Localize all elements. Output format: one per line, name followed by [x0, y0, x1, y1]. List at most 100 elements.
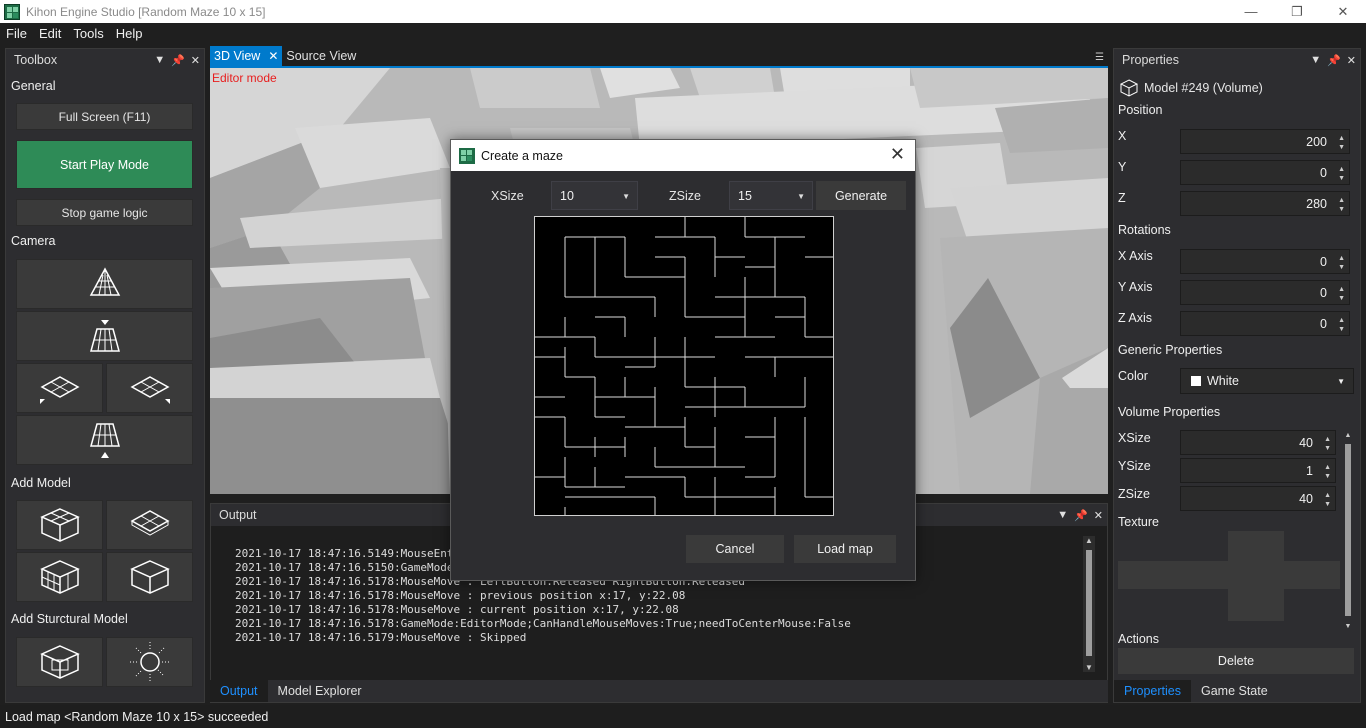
camera-grid-icon	[89, 267, 120, 296]
add-cube-button[interactable]	[106, 552, 193, 602]
color-value: White	[1207, 374, 1239, 388]
tab-game-state[interactable]: Game State	[1191, 680, 1278, 702]
scroll-thumb[interactable]	[1086, 550, 1092, 656]
add-room-button[interactable]	[16, 637, 103, 687]
app-icon	[4, 3, 20, 20]
menu-file[interactable]: File	[0, 26, 33, 41]
cube-icon	[1120, 79, 1138, 97]
texture-preview[interactable]	[1118, 529, 1340, 629]
texture-cross-h	[1118, 561, 1340, 589]
add-grid-plane-button[interactable]	[106, 500, 193, 550]
spinner-icon[interactable]: ▲ ▼	[1324, 491, 1331, 509]
panel-dropdown-icon[interactable]: ▼	[1310, 54, 1321, 66]
camera-bottom-view-button[interactable]	[16, 311, 193, 361]
chevron-down-icon: ▼	[1337, 377, 1345, 386]
position-y-value: 0	[1320, 165, 1327, 180]
panel-close-icon[interactable]: ✕	[191, 54, 200, 67]
toolbox-header: Toolbox ▼ 📌 ✕	[6, 49, 204, 71]
rotation-x-input[interactable]: 0 ▲ ▼	[1180, 249, 1350, 274]
generate-button[interactable]: Generate	[816, 181, 906, 210]
zsize-select-value: 15	[738, 188, 752, 203]
xsize-select-value: 10	[560, 188, 574, 203]
camera-grid-right-icon	[129, 376, 170, 404]
tab-output[interactable]: Output	[210, 680, 268, 702]
xsize-input[interactable]: 40 ▲ ▼	[1180, 430, 1336, 455]
rotation-z-input[interactable]: 0 ▲ ▼	[1180, 311, 1350, 336]
actions-label: Actions	[1118, 632, 1159, 646]
cancel-button[interactable]: Cancel	[686, 535, 784, 563]
status-text: Load map <Random Maze 10 x 15> succeeded	[5, 709, 269, 724]
menu-tools[interactable]: Tools	[67, 26, 109, 41]
scroll-thumb[interactable]	[1345, 444, 1351, 616]
tab-model-explorer[interactable]: Model Explorer	[268, 680, 372, 702]
position-y-input[interactable]: 0 ▲ ▼	[1180, 160, 1350, 185]
model-name: Model #249 (Volume)	[1144, 81, 1263, 95]
stop-game-logic-button[interactable]: Stop game logic	[16, 199, 193, 226]
tabs-overflow-icon[interactable]: ☰	[1095, 52, 1104, 63]
xsize-value: 40	[1299, 435, 1313, 450]
zsize-input[interactable]: 40 ▲ ▼	[1180, 486, 1336, 511]
toolbox-title: Toolbox	[14, 53, 58, 67]
pin-icon[interactable]: 📌	[1074, 509, 1088, 522]
panel-dropdown-icon[interactable]: ▼	[1057, 509, 1068, 521]
start-play-mode-button[interactable]: Start Play Mode	[16, 140, 193, 189]
scroll-up-icon[interactable]: ▲	[1342, 432, 1354, 439]
ysize-value: 1	[1306, 463, 1313, 478]
panel-close-icon[interactable]: ✕	[1347, 54, 1356, 67]
output-scrollbar[interactable]: ▲ ▼	[1083, 536, 1095, 672]
position-x-input[interactable]: 200 ▲ ▼	[1180, 129, 1350, 154]
xsize-select[interactable]: 10 ▼	[551, 181, 638, 210]
ysize-label: YSize	[1118, 459, 1151, 473]
spinner-icon[interactable]: ▲ ▼	[1324, 435, 1331, 453]
z-label: Z	[1118, 191, 1126, 205]
tab-close-icon[interactable]: ✕	[268, 49, 278, 63]
model-heading: Model #249 (Volume)	[1120, 79, 1263, 97]
ysize-input[interactable]: 1 ▲ ▼	[1180, 458, 1336, 483]
close-icon[interactable]: ✕	[1320, 0, 1366, 23]
scroll-down-icon[interactable]: ▼	[1342, 623, 1354, 630]
panel-close-icon[interactable]: ✕	[1094, 509, 1103, 522]
add-grid-volume-button[interactable]	[16, 500, 103, 550]
add-grid-cube-button[interactable]	[16, 552, 103, 602]
minimize-icon[interactable]: —	[1228, 0, 1274, 23]
scroll-up-icon[interactable]: ▲	[1083, 536, 1095, 545]
restore-icon[interactable]: ❐	[1274, 0, 1320, 23]
spinner-icon[interactable]: ▲ ▼	[1338, 254, 1345, 272]
spinner-icon[interactable]: ▲ ▼	[1324, 463, 1331, 481]
tab-3d-view[interactable]: 3D View ✕	[210, 46, 283, 66]
properties-header: Properties ▼ 📌 ✕	[1114, 49, 1360, 71]
pin-icon[interactable]: 📌	[1327, 54, 1341, 67]
delete-button[interactable]: Delete	[1118, 648, 1354, 674]
camera-front-view-button[interactable]	[16, 415, 193, 465]
position-z-input[interactable]: 280 ▲ ▼	[1180, 191, 1350, 216]
camera-grid-left-icon	[39, 376, 80, 404]
panel-dropdown-icon[interactable]: ▼	[154, 54, 165, 66]
rotation-x-value: 0	[1320, 254, 1327, 269]
spinner-icon[interactable]: ▲ ▼	[1338, 196, 1345, 214]
camera-top-view-button[interactable]	[16, 259, 193, 309]
menu-help[interactable]: Help	[110, 26, 149, 41]
xsize-label: XSize	[1118, 431, 1151, 445]
load-map-button[interactable]: Load map	[794, 535, 896, 563]
spinner-icon[interactable]: ▲ ▼	[1338, 285, 1345, 303]
scroll-down-icon[interactable]: ▼	[1083, 663, 1095, 672]
menu-edit[interactable]: Edit	[33, 26, 67, 41]
camera-left-view-button[interactable]	[16, 363, 103, 413]
pin-icon[interactable]: 📌	[171, 54, 185, 67]
add-light-button[interactable]	[106, 637, 193, 687]
editor-mode-label: Editor mode	[212, 71, 277, 85]
zsize-select[interactable]: 15 ▼	[729, 181, 813, 210]
fullscreen-button[interactable]: Full Screen (F11)	[16, 103, 193, 130]
rotation-y-input[interactable]: 0 ▲ ▼	[1180, 280, 1350, 305]
properties-tabs: Properties Game State	[1114, 680, 1360, 702]
tab-source-view[interactable]: Source View	[282, 46, 360, 66]
spinner-icon[interactable]: ▲ ▼	[1338, 134, 1345, 152]
properties-scrollbar[interactable]: ▲ ▼	[1342, 432, 1354, 630]
camera-right-view-button[interactable]	[106, 363, 193, 413]
color-select[interactable]: White ▼	[1180, 368, 1354, 394]
spinner-icon[interactable]: ▲ ▼	[1338, 165, 1345, 183]
title-bar: Kihon Engine Studio [Random Maze 10 x 15…	[0, 0, 1366, 23]
close-icon[interactable]: ✕	[890, 144, 905, 165]
spinner-icon[interactable]: ▲ ▼	[1338, 316, 1345, 334]
tab-properties[interactable]: Properties	[1114, 680, 1191, 702]
